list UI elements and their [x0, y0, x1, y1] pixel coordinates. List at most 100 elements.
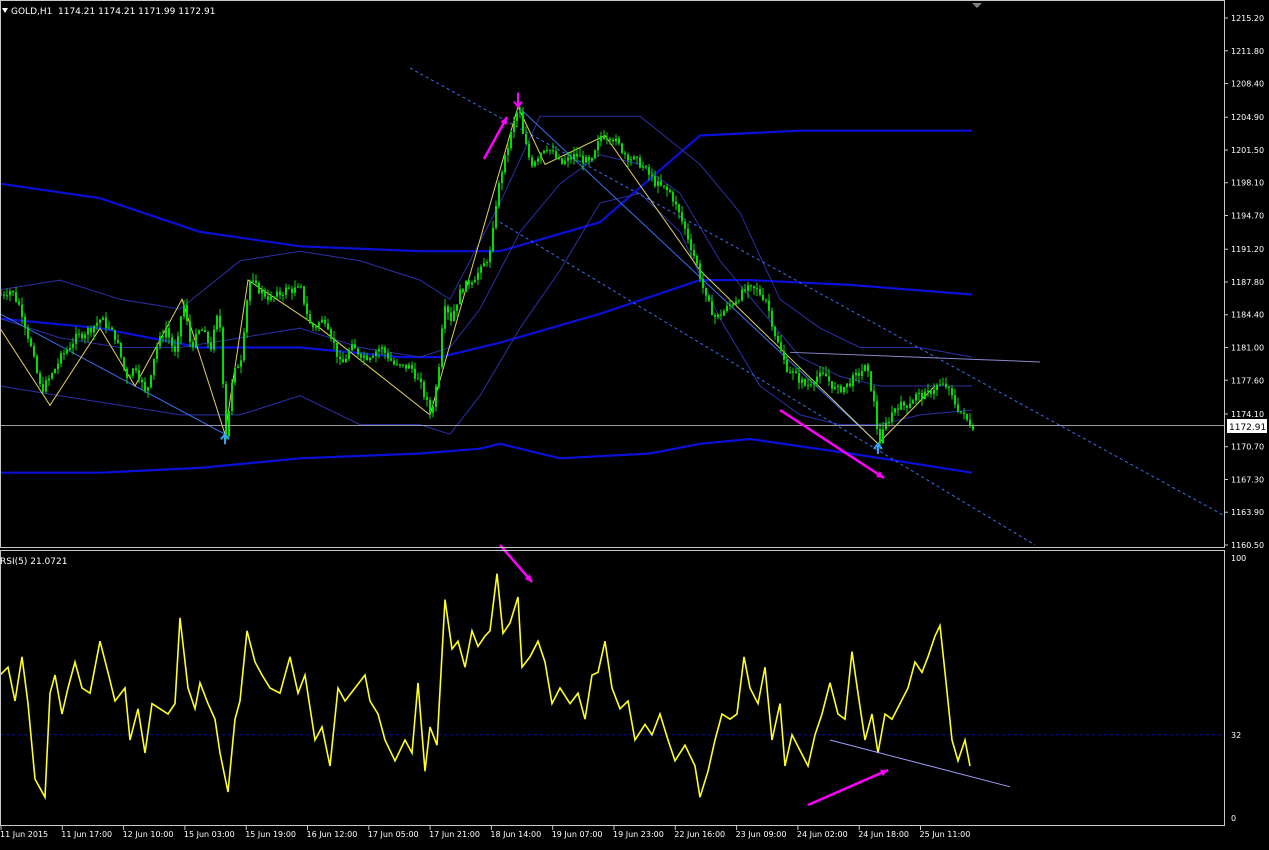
candle-body [624, 152, 626, 155]
candle-body [663, 185, 665, 187]
candle-body [315, 326, 317, 328]
candle-body [48, 378, 50, 381]
candle-body [453, 310, 455, 321]
candle-body [186, 304, 188, 322]
candle-body [147, 387, 149, 391]
candle-body [96, 322, 98, 326]
price-tick-label: 1191.20 [1231, 245, 1264, 254]
candle-body [738, 300, 740, 302]
candle-body [591, 157, 593, 161]
candle-body [858, 372, 860, 376]
candle-body [840, 385, 842, 393]
candle-body [279, 291, 281, 295]
candle-body [915, 394, 917, 401]
candle-body [942, 383, 944, 385]
candle-body [258, 282, 260, 294]
candle-body [540, 152, 542, 159]
candle-body [78, 333, 80, 335]
rsi-tick-0: 0 [1231, 814, 1236, 823]
candle-body [960, 411, 962, 413]
candle-body [369, 357, 371, 361]
time-tick-label: 17 Jun 21:00 [429, 830, 480, 839]
rsi-tick-100: 100 [1231, 554, 1246, 563]
price-tick-label: 1198.10 [1231, 179, 1264, 188]
candle-body [387, 352, 389, 359]
candle-body [597, 141, 599, 151]
candle-body [687, 228, 689, 240]
candle-body [204, 329, 206, 332]
candle-body [582, 155, 584, 163]
candle-body [498, 183, 500, 206]
candle-body [474, 279, 476, 283]
candle-body [534, 161, 536, 167]
candle-body [966, 414, 968, 420]
candle-body [87, 328, 89, 335]
candle-body [633, 156, 635, 160]
candle-body [645, 166, 647, 168]
candle-body [579, 155, 581, 157]
candle-body [762, 294, 764, 300]
candle-body [702, 279, 704, 289]
candle-body [381, 347, 383, 350]
candle-body [492, 227, 494, 251]
candle-body [951, 388, 953, 396]
candle-body [285, 287, 287, 295]
candle-body [348, 350, 350, 359]
candle-body [150, 375, 152, 388]
candle-body [696, 255, 698, 264]
candle-body [6, 295, 8, 297]
candle-body [333, 338, 335, 343]
candle-body [57, 363, 59, 370]
candle-body [462, 289, 464, 292]
candle-body [729, 304, 731, 306]
candle-body [621, 143, 623, 153]
candle-body [777, 336, 779, 343]
candle-body [927, 390, 929, 392]
candle-body [111, 327, 113, 330]
candle-body [327, 323, 329, 330]
price-tick-label: 1204.90 [1231, 113, 1264, 122]
candle-body [300, 286, 302, 288]
candle-body [108, 327, 110, 329]
chart-background [0, 0, 1269, 846]
candle-body [60, 353, 62, 364]
candle-body [555, 151, 557, 159]
candle-body [780, 342, 782, 352]
time-tick-label: 15 Jun 19:00 [245, 830, 296, 839]
candle-body [825, 373, 827, 377]
candle-body [537, 158, 539, 162]
candle-body [330, 329, 332, 339]
candle-body [480, 266, 482, 273]
candle-body [249, 281, 251, 301]
time-tick-label: 16 Jun 12:00 [307, 830, 358, 839]
candle-body [903, 401, 905, 406]
candle-body [231, 382, 233, 411]
candle-body [3, 294, 5, 296]
candle-body [36, 356, 38, 374]
price-tick-label: 1211.80 [1231, 47, 1264, 56]
candle-body [954, 395, 956, 405]
time-tick-label: 11 Jun 17:00 [61, 830, 112, 839]
candle-body [273, 296, 275, 298]
candle-body [171, 337, 173, 347]
candle-body [450, 312, 452, 321]
candle-body [420, 378, 422, 382]
candle-body [822, 372, 824, 374]
candle-body [69, 347, 71, 350]
candle-body [600, 135, 602, 142]
candle-body [672, 192, 674, 202]
candle-body [828, 376, 830, 382]
candle-body [138, 370, 140, 380]
candle-body [930, 390, 932, 394]
candle-body [441, 328, 443, 368]
chart-canvas[interactable]: 1215.20 1211.80 1208.40 1204.90 1201.50 1198.… [0, 0, 1269, 846]
candle-body [417, 378, 419, 380]
candle-body [681, 212, 683, 222]
candle-body [405, 364, 407, 369]
candle-body [765, 299, 767, 301]
candle-body [432, 406, 434, 413]
candle-body [378, 349, 380, 352]
candle-body [693, 249, 695, 256]
candle-body [669, 190, 671, 193]
candle-body [726, 305, 728, 311]
